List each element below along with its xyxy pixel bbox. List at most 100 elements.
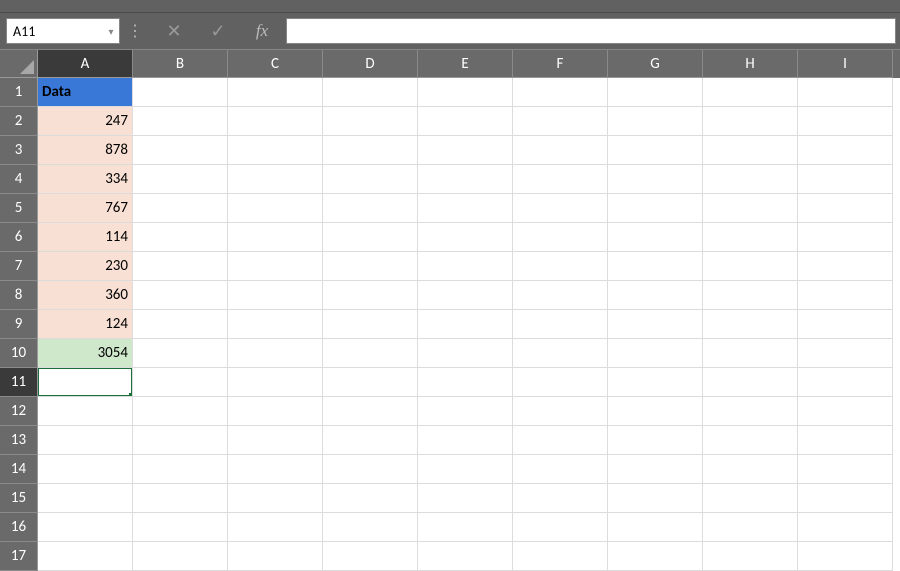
cell-c16[interactable]	[228, 513, 323, 542]
cell-f17[interactable]	[513, 542, 608, 571]
cell-g17[interactable]	[608, 542, 703, 571]
cell-b16[interactable]	[133, 513, 228, 542]
cell-a7[interactable]: 230	[38, 252, 133, 281]
cell-e7[interactable]	[418, 252, 513, 281]
cell-f8[interactable]	[513, 281, 608, 310]
row-header-12[interactable]: 12	[0, 397, 38, 426]
column-header-a[interactable]: A	[38, 50, 133, 78]
cell-b1[interactable]	[133, 78, 228, 107]
cell-b11[interactable]	[133, 368, 228, 397]
cell-a8[interactable]: 360	[38, 281, 133, 310]
cell-b13[interactable]	[133, 426, 228, 455]
column-header-i[interactable]: I	[798, 50, 893, 78]
cell-g13[interactable]	[608, 426, 703, 455]
cell-f1[interactable]	[513, 78, 608, 107]
cell-g6[interactable]	[608, 223, 703, 252]
cell-e12[interactable]	[418, 397, 513, 426]
cell-c15[interactable]	[228, 484, 323, 513]
cell-e5[interactable]	[418, 194, 513, 223]
cell-d16[interactable]	[323, 513, 418, 542]
cell-a15[interactable]	[38, 484, 133, 513]
cell-e4[interactable]	[418, 165, 513, 194]
cell-e2[interactable]	[418, 107, 513, 136]
formula-input[interactable]	[286, 18, 896, 44]
cell-b3[interactable]	[133, 136, 228, 165]
cell-a1[interactable]: Data	[38, 78, 133, 107]
row-header-6[interactable]: 6	[0, 223, 38, 252]
cell-a3[interactable]: 878	[38, 136, 133, 165]
cell-f15[interactable]	[513, 484, 608, 513]
cell-f7[interactable]	[513, 252, 608, 281]
cell-c12[interactable]	[228, 397, 323, 426]
column-header-c[interactable]: C	[228, 50, 323, 78]
cell-i8[interactable]	[798, 281, 893, 310]
confirm-formula-button[interactable]: ✓	[208, 20, 228, 42]
cell-a14[interactable]	[38, 455, 133, 484]
cell-d15[interactable]	[323, 484, 418, 513]
cell-e15[interactable]	[418, 484, 513, 513]
cell-a10[interactable]: 3054	[38, 339, 133, 368]
cell-f14[interactable]	[513, 455, 608, 484]
cell-a16[interactable]	[38, 513, 133, 542]
cell-i2[interactable]	[798, 107, 893, 136]
cell-c6[interactable]	[228, 223, 323, 252]
cell-h12[interactable]	[703, 397, 798, 426]
cell-h17[interactable]	[703, 542, 798, 571]
cell-f4[interactable]	[513, 165, 608, 194]
cell-b14[interactable]	[133, 455, 228, 484]
cell-b7[interactable]	[133, 252, 228, 281]
cell-e9[interactable]	[418, 310, 513, 339]
cell-c1[interactable]	[228, 78, 323, 107]
cell-e6[interactable]	[418, 223, 513, 252]
cell-c9[interactable]	[228, 310, 323, 339]
cell-b17[interactable]	[133, 542, 228, 571]
row-header-11[interactable]: 11	[0, 368, 38, 397]
cell-a12[interactable]	[38, 397, 133, 426]
cell-e1[interactable]	[418, 78, 513, 107]
cell-i13[interactable]	[798, 426, 893, 455]
cell-i14[interactable]	[798, 455, 893, 484]
cell-g12[interactable]	[608, 397, 703, 426]
cell-h10[interactable]	[703, 339, 798, 368]
cell-d3[interactable]	[323, 136, 418, 165]
cell-c3[interactable]	[228, 136, 323, 165]
cell-i10[interactable]	[798, 339, 893, 368]
cell-e16[interactable]	[418, 513, 513, 542]
cell-e13[interactable]	[418, 426, 513, 455]
cell-d1[interactable]	[323, 78, 418, 107]
cell-c11[interactable]	[228, 368, 323, 397]
cell-c2[interactable]	[228, 107, 323, 136]
cell-c4[interactable]	[228, 165, 323, 194]
cell-i7[interactable]	[798, 252, 893, 281]
cell-g15[interactable]	[608, 484, 703, 513]
cell-f13[interactable]	[513, 426, 608, 455]
column-header-f[interactable]: F	[513, 50, 608, 78]
cell-h15[interactable]	[703, 484, 798, 513]
cell-h8[interactable]	[703, 281, 798, 310]
row-header-7[interactable]: 7	[0, 252, 38, 281]
cell-h13[interactable]	[703, 426, 798, 455]
row-header-2[interactable]: 2	[0, 107, 38, 136]
cell-f12[interactable]	[513, 397, 608, 426]
cell-a9[interactable]: 124	[38, 310, 133, 339]
cell-h1[interactable]	[703, 78, 798, 107]
cell-h5[interactable]	[703, 194, 798, 223]
cell-h2[interactable]	[703, 107, 798, 136]
cell-h7[interactable]	[703, 252, 798, 281]
cell-g1[interactable]	[608, 78, 703, 107]
row-header-8[interactable]: 8	[0, 281, 38, 310]
cell-h6[interactable]	[703, 223, 798, 252]
cell-a11[interactable]	[38, 368, 133, 397]
column-header-b[interactable]: B	[133, 50, 228, 78]
dropdown-icon[interactable]: ▾	[103, 25, 119, 38]
cell-f16[interactable]	[513, 513, 608, 542]
cell-b10[interactable]	[133, 339, 228, 368]
cell-e17[interactable]	[418, 542, 513, 571]
cell-g5[interactable]	[608, 194, 703, 223]
cell-a5[interactable]: 767	[38, 194, 133, 223]
cell-e11[interactable]	[418, 368, 513, 397]
cell-f10[interactable]	[513, 339, 608, 368]
cell-g7[interactable]	[608, 252, 703, 281]
row-header-1[interactable]: 1	[0, 78, 38, 107]
cell-a13[interactable]	[38, 426, 133, 455]
